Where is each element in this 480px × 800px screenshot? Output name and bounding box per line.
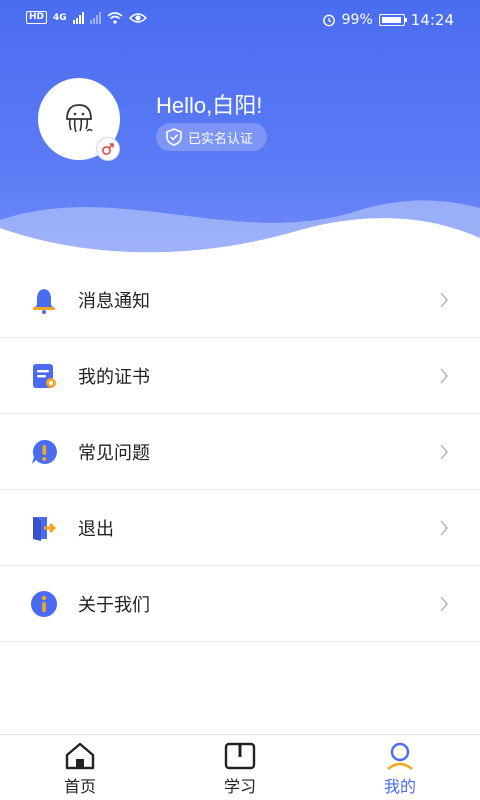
eye-icon: [128, 12, 147, 23]
male-symbol-icon: [102, 143, 114, 155]
bell-icon: [30, 286, 58, 314]
battery-percent: 99%: [341, 12, 373, 28]
menu-item-label: 常见问题: [78, 442, 150, 464]
network-type: 4G: [53, 12, 67, 23]
gender-badge: [96, 137, 120, 161]
tab-label: 学习: [223, 777, 256, 796]
chevron-right-icon: [440, 292, 449, 308]
battery-icon: [378, 14, 407, 26]
menu-item-notifications[interactable]: 消息通知: [0, 262, 480, 338]
greeting-text: Hello,白阳!: [156, 93, 263, 118]
menu-item-label: 退出: [78, 518, 114, 540]
menu-item-label: 消息通知: [78, 290, 150, 312]
chevron-right-icon: [440, 520, 449, 536]
bottom-tab-bar: 首页 学习 我的: [0, 734, 480, 800]
menu-item-certificates[interactable]: 我的证书: [0, 338, 480, 414]
chevron-right-icon: [440, 596, 449, 612]
exit-door-icon: [30, 514, 58, 542]
chevron-right-icon: [440, 444, 449, 460]
question-bubble-icon: [30, 438, 58, 466]
tab-mine[interactable]: 我的: [360, 741, 440, 797]
tab-study[interactable]: 学习: [200, 741, 280, 797]
settings-menu: 消息通知 我的证书 常见问题 退出 关于我们: [0, 262, 480, 642]
book-icon: [222, 741, 258, 771]
tab-home[interactable]: 首页: [40, 741, 120, 797]
profile-header: HD 4G 99% 14:24 Hello,白阳! 已实名认证: [0, 0, 480, 270]
menu-item-about[interactable]: 关于我们: [0, 566, 480, 642]
tab-label: 我的: [383, 777, 416, 796]
chevron-right-icon: [440, 368, 449, 384]
user-icon: [382, 741, 418, 771]
signal-secondary-icon: [89, 11, 101, 24]
tab-label: 首页: [63, 777, 96, 796]
info-icon: [30, 590, 58, 618]
menu-item-logout[interactable]: 退出: [0, 490, 480, 566]
home-icon: [62, 741, 98, 771]
signal-icon: [72, 11, 84, 24]
status-bar: HD 4G 99% 14:24: [0, 0, 480, 40]
verified-badge: 已实名认证: [156, 123, 268, 151]
wifi-icon: [107, 11, 123, 24]
menu-item-faq[interactable]: 常见问题: [0, 414, 480, 490]
header-wave: [0, 200, 480, 270]
menu-item-label: 我的证书: [78, 366, 150, 388]
certificate-icon: [30, 362, 58, 390]
hd-indicator: HD: [26, 11, 48, 24]
profile-page: HD 4G 99% 14:24 Hello,白阳! 已实名认证 消息通知 我的证…: [0, 0, 480, 800]
alarm-icon: [322, 14, 335, 27]
clock: 14:24: [410, 11, 454, 29]
jellyfish-avatar-icon: [66, 104, 93, 133]
menu-item-label: 关于我们: [78, 594, 150, 616]
shield-check-icon: [166, 128, 182, 146]
verified-label: 已实名认证: [188, 131, 254, 147]
